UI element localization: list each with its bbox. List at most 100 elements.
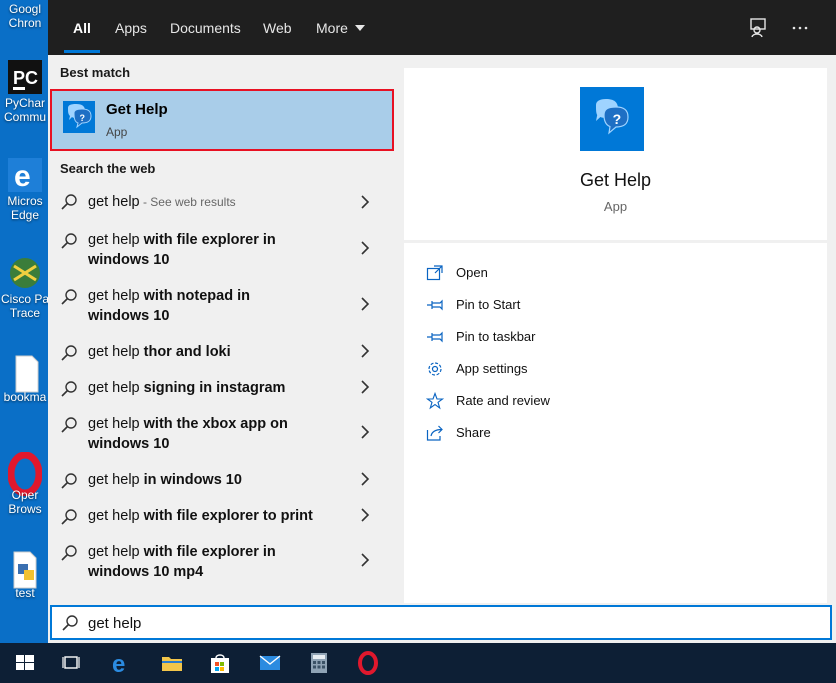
search-icon — [60, 544, 78, 562]
best-match-item[interactable]: ? Get Help App — [50, 89, 394, 151]
web-result-text: get help with file explorer in windows 1… — [88, 542, 308, 582]
search-web-heading: Search the web — [60, 161, 156, 176]
web-result-item[interactable]: get help with file explorer to print — [48, 506, 404, 534]
start-search-panel: All Apps Documents Web More Best match ?… — [48, 0, 836, 643]
more-options-icon[interactable] — [789, 17, 811, 39]
desktop-icon-edge[interactable]: e Micros Edge — [0, 158, 50, 222]
desktop-icon-label: Chron — [8, 16, 42, 30]
search-icon — [60, 232, 78, 250]
web-result-item[interactable]: get help - See web results — [48, 191, 404, 227]
search-scope-tabs: All Apps Documents Web More — [48, 0, 836, 55]
action-pin-to-start[interactable]: Pin to Start — [426, 295, 726, 315]
chevron-right-icon[interactable] — [359, 195, 371, 209]
calculator-icon[interactable] — [307, 651, 331, 675]
desktop-icon-label: Brows — [8, 502, 42, 516]
desktop-icon-label: Micros — [7, 194, 43, 208]
chevron-right-icon[interactable] — [359, 553, 371, 567]
desktop-icon-chrome[interactable]: Googl Chron — [0, 2, 50, 30]
pycharm-icon: PC — [8, 60, 42, 94]
search-box[interactable] — [50, 605, 832, 640]
edge-icon[interactable]: e — [110, 651, 134, 678]
task-view-icon[interactable] — [60, 651, 84, 675]
web-result-item[interactable]: get help with the xbox app on windows 10 — [48, 414, 404, 462]
chevron-right-icon[interactable] — [359, 425, 371, 439]
mail-icon[interactable] — [258, 651, 282, 675]
search-icon — [60, 344, 78, 362]
action-label: App settings — [456, 361, 528, 376]
desktop-icon-label: bookma — [3, 390, 47, 404]
web-result-text: get help - See web results — [88, 192, 308, 212]
result-prefix: get help — [88, 416, 140, 432]
result-prefix: get help — [88, 544, 140, 560]
svg-text:PC: PC — [13, 68, 38, 88]
web-result-item[interactable]: get help with file explorer in windows 1… — [48, 542, 404, 590]
search-icon — [60, 193, 78, 211]
web-result-text: get help with notepad in windows 10 — [88, 286, 308, 326]
best-match-app-type: App — [106, 125, 128, 139]
search-icon — [60, 472, 78, 490]
svg-text:e: e — [112, 651, 125, 675]
desktop-icon-packet-tracer[interactable]: Cisco Pa Trace — [0, 256, 50, 320]
result-prefix: get help — [88, 232, 140, 248]
taskbar: e — [0, 643, 836, 683]
preview-app-name: Get Help — [579, 170, 652, 190]
action-share[interactable]: Share — [426, 423, 726, 443]
chevron-right-icon[interactable] — [359, 241, 371, 255]
search-input[interactable] — [88, 612, 788, 634]
desktop-icon-label: Trace — [9, 306, 41, 320]
web-result-item[interactable]: get help thor and loki — [48, 342, 404, 370]
result-prefix: get help — [88, 288, 140, 304]
tab-apps[interactable]: Apps — [115, 0, 147, 55]
tab-all[interactable]: All — [64, 0, 100, 55]
windows-start-icon[interactable] — [13, 651, 37, 675]
app-actions-list: Open Pin to Start Pin to taskbar App set… — [404, 243, 827, 603]
result-suggestion: signing in instagram — [139, 380, 286, 396]
web-result-item[interactable]: get help in windows 10 — [48, 470, 404, 498]
search-icon — [60, 508, 78, 526]
star-icon — [425, 391, 445, 410]
store-icon[interactable] — [208, 651, 232, 675]
result-prefix: get help — [88, 472, 140, 488]
best-match-heading: Best match — [60, 65, 131, 80]
desktop-icon-label: Commu — [3, 110, 46, 124]
web-result-item[interactable]: get help signing in instagram — [48, 378, 404, 406]
file-explorer-icon[interactable] — [160, 651, 184, 675]
chevron-right-icon[interactable] — [359, 472, 371, 486]
chevron-right-icon[interactable] — [359, 380, 371, 394]
action-open[interactable]: Open — [426, 263, 726, 283]
result-suggestion: thor and loki — [139, 344, 231, 360]
edge-icon: e — [8, 158, 42, 193]
app-preview-card: ? Get Help App — [404, 68, 827, 240]
tab-documents[interactable]: Documents — [170, 0, 241, 55]
python-file-icon — [8, 550, 42, 589]
result-suggestion: with file explorer to print — [139, 508, 313, 524]
chevron-right-icon[interactable] — [359, 344, 371, 358]
results-list: Best match ? Get Help App Search the web… — [48, 55, 404, 603]
get-help-app-icon[interactable]: ? — [580, 87, 644, 151]
desktop-icon-pycharm[interactable]: PC PyChar Commu — [0, 60, 50, 124]
result-suggestion: in windows 10 — [139, 472, 242, 488]
action-rate-and-review[interactable]: Rate and review — [425, 391, 726, 411]
opera-icon[interactable] — [356, 651, 380, 675]
web-result-item[interactable]: get help with file explorer in windows 1… — [48, 230, 404, 278]
tab-web[interactable]: Web — [263, 0, 292, 55]
search-icon — [60, 416, 78, 434]
desktop-icon-bookmarks[interactable]: bookma — [0, 354, 50, 404]
web-result-item[interactable]: get help with notepad in windows 10 — [48, 286, 404, 334]
desktop-icon-opera[interactable]: Oper Brows — [0, 451, 50, 516]
chevron-right-icon[interactable] — [359, 297, 371, 311]
tab-more[interactable]: More — [316, 0, 365, 55]
chevron-right-icon[interactable] — [359, 508, 371, 522]
result-prefix: get help — [88, 344, 140, 360]
search-icon — [60, 288, 78, 306]
feedback-icon[interactable] — [748, 17, 770, 39]
search-icon — [60, 380, 78, 398]
action-app-settings[interactable]: App settings — [426, 359, 726, 379]
share-icon — [426, 424, 444, 442]
result-hint: - See web results — [139, 195, 236, 209]
web-result-text: get help signing in instagram — [88, 378, 348, 398]
get-help-app-icon: ? — [63, 101, 95, 133]
desktop-icon-test[interactable]: test — [0, 550, 50, 600]
result-prefix: get help — [88, 380, 140, 396]
action-pin-to-taskbar[interactable]: Pin to taskbar — [426, 327, 726, 347]
